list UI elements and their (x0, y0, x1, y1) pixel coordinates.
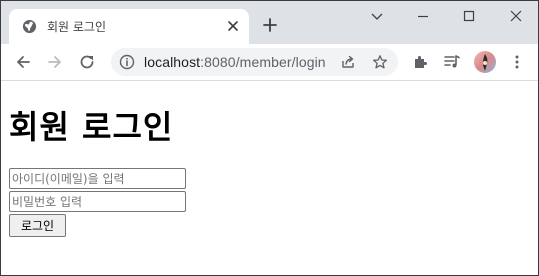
url-path: :8080/member/login (200, 54, 326, 70)
avatar-image (482, 54, 488, 71)
address-bar[interactable]: localhost:8080/member/login (111, 48, 398, 76)
maximize-icon[interactable] (457, 6, 481, 26)
url-host: localhost (144, 54, 201, 70)
browser-toolbar: localhost:8080/member/login (1, 44, 538, 81)
more-menu-icon[interactable] (508, 53, 526, 71)
share-icon[interactable] (340, 54, 356, 70)
reload-icon[interactable] (78, 53, 96, 71)
back-arrow-icon[interactable] (14, 53, 32, 71)
media-queue-icon[interactable] (443, 53, 461, 71)
page-content: 회원 로그인 로그인 (1, 81, 538, 275)
star-icon[interactable] (372, 54, 388, 70)
close-icon[interactable] (504, 6, 528, 26)
login-button[interactable]: 로그인 (9, 214, 66, 237)
page-title: 회원 로그인 (9, 108, 174, 146)
browser-window: 회원 로그인 localhost:8080/member/login 회원 로그… (0, 0, 539, 276)
forward-arrow-icon[interactable] (46, 53, 64, 71)
url-text[interactable]: localhost:8080/member/login (144, 54, 326, 70)
profile-avatar[interactable] (474, 51, 496, 73)
tab-close-icon[interactable] (226, 19, 240, 33)
globe-icon (22, 19, 37, 34)
tab-strip: 회원 로그인 (1, 1, 538, 44)
active-tab[interactable]: 회원 로그인 (9, 9, 249, 44)
info-icon[interactable] (119, 54, 135, 70)
minimize-icon[interactable] (411, 6, 435, 26)
email-id-input[interactable] (9, 168, 186, 189)
extensions-icon[interactable] (412, 53, 430, 71)
chevron-down-icon[interactable] (365, 6, 389, 26)
new-tab-plus-icon[interactable] (262, 17, 278, 33)
password-input[interactable] (9, 191, 186, 212)
tab-title: 회원 로그인 (47, 20, 107, 34)
